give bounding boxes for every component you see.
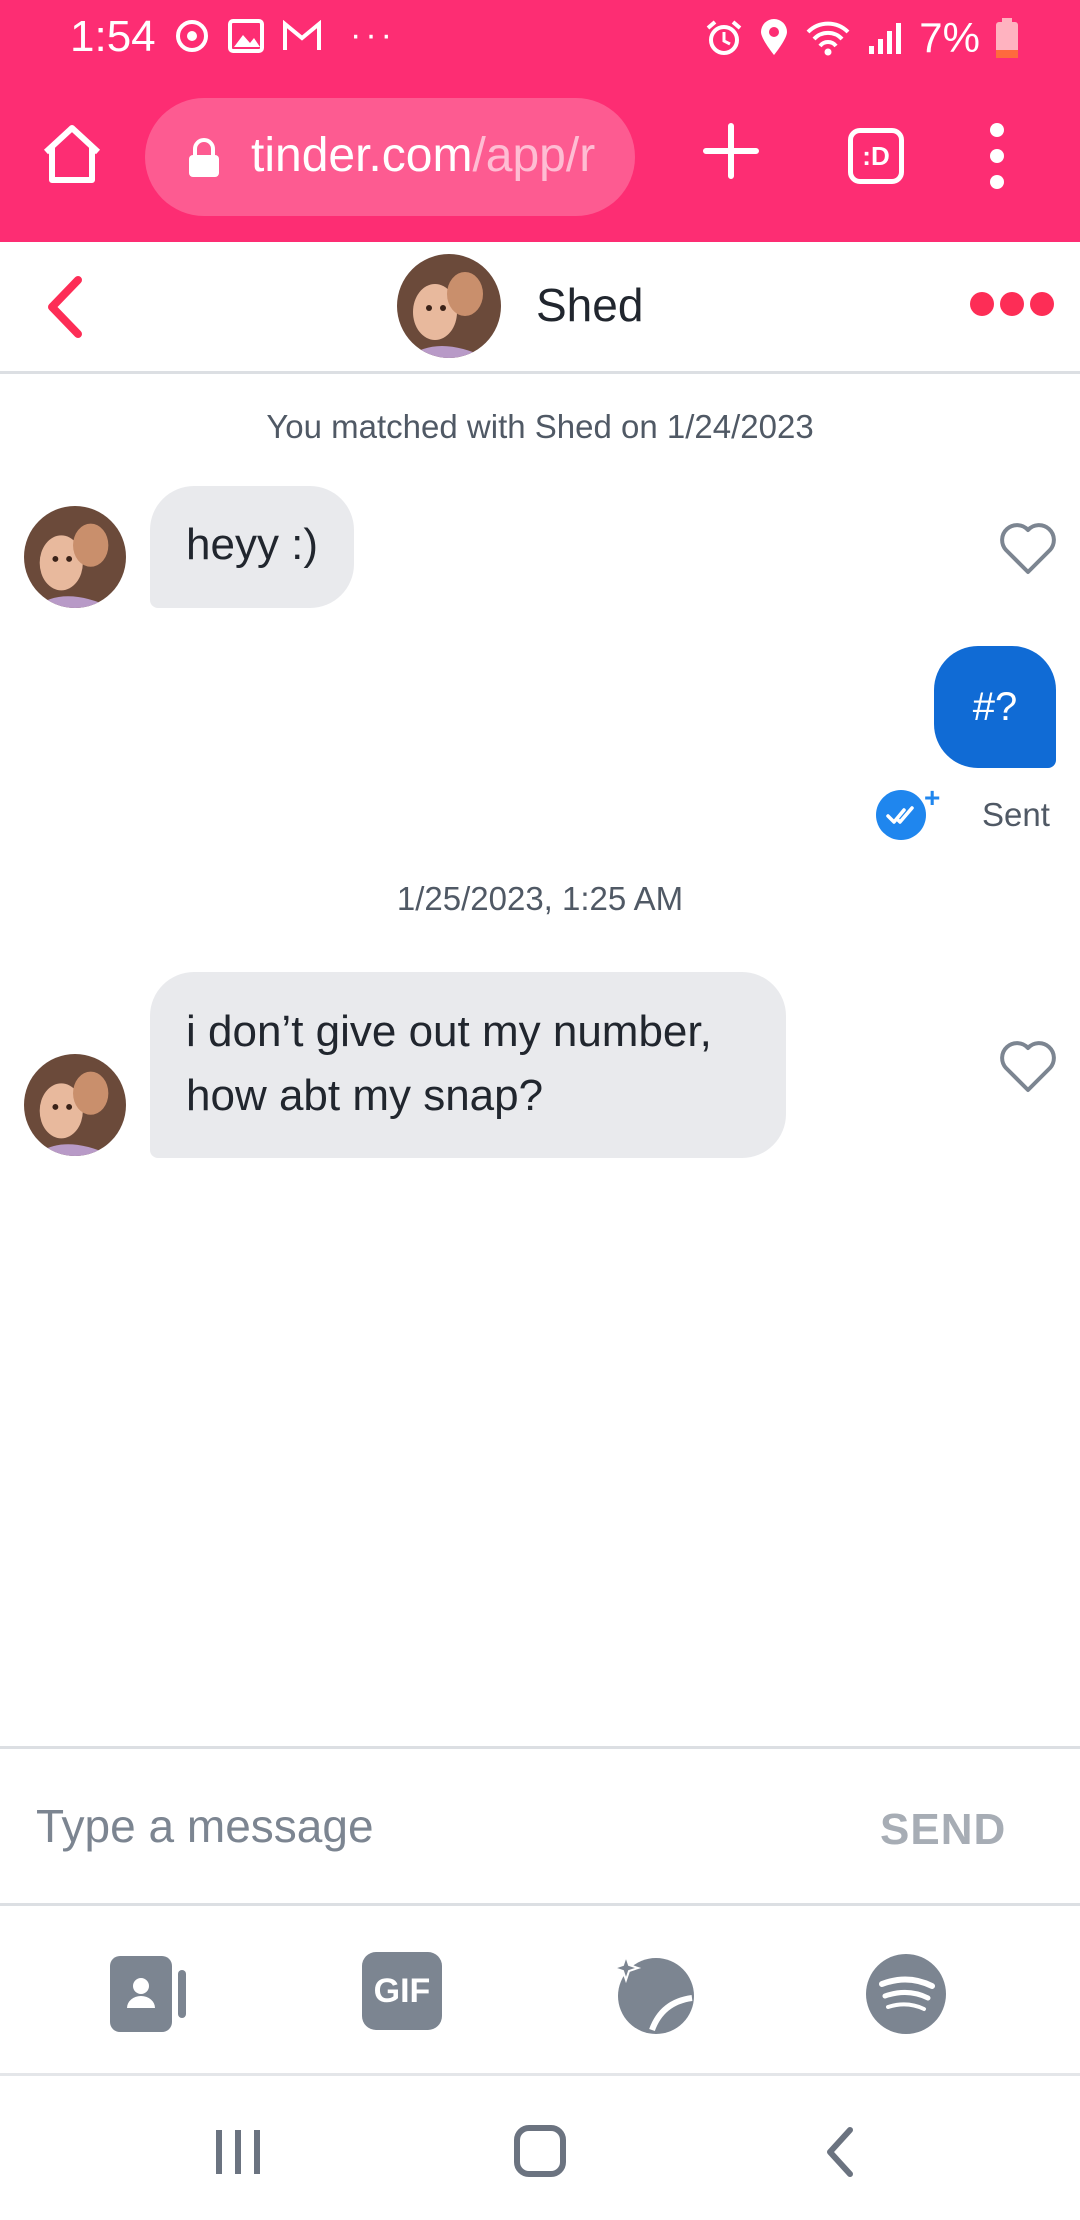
avatar[interactable] xyxy=(397,254,501,358)
message-bubble-incoming[interactable]: heyy :) xyxy=(150,486,355,608)
match-name[interactable]: Shed xyxy=(536,278,643,332)
system-navigation-bar xyxy=(0,2076,1080,2220)
message-input[interactable] xyxy=(36,1789,816,1863)
chat-header: Shed xyxy=(0,242,1080,374)
message-text: i don’t give out my number, how abt my s… xyxy=(186,1007,712,1120)
message-text: #? xyxy=(972,685,1018,729)
gif-label: GIF xyxy=(362,1952,442,2030)
message-bubble-incoming[interactable]: i don’t give out my number, how abt my s… xyxy=(150,972,786,1158)
spotify-icon[interactable] xyxy=(864,1952,948,2036)
plus-badge-icon: + xyxy=(924,782,941,813)
gif-icon[interactable]: GIF xyxy=(362,1952,446,2036)
contact-card-icon[interactable] xyxy=(108,1952,192,2036)
status-time: 1:54 xyxy=(70,12,156,61)
home-nav-icon[interactable] xyxy=(510,2124,570,2180)
system-icons: 7% xyxy=(705,14,1018,62)
recent-apps-icon[interactable] xyxy=(208,2124,268,2180)
heart-icon[interactable] xyxy=(998,520,1058,576)
url-text: tinder.com/app/r xyxy=(251,128,621,183)
more-notifications-icon: ··· xyxy=(350,16,396,54)
message-timestamp: 1/25/2023, 1:25 AM xyxy=(396,880,684,917)
browser-chrome: 1:54 ··· 7% tinder.com/app/r :D xyxy=(0,0,1080,242)
plus-icon[interactable] xyxy=(700,120,762,182)
back-icon[interactable] xyxy=(38,272,98,342)
signal-icon xyxy=(869,23,902,54)
lock-icon xyxy=(189,138,219,177)
message-bubble-outgoing[interactable]: #? xyxy=(934,646,1056,768)
tabs-button[interactable]: :D xyxy=(848,128,904,184)
read-receipt: + Sent xyxy=(876,782,1050,840)
heart-icon[interactable] xyxy=(998,1038,1058,1094)
status-bar: 1:54 ··· 7% xyxy=(0,0,1080,78)
sent-status: Sent xyxy=(982,796,1050,833)
more-icon[interactable] xyxy=(970,292,1054,316)
url-host: tinder.com xyxy=(251,129,473,182)
composer-toolbar: GIF xyxy=(0,1906,1080,2076)
location-icon xyxy=(761,19,788,55)
home-icon[interactable] xyxy=(40,122,104,186)
double-check-icon: + xyxy=(876,782,940,840)
send-button[interactable]: SEND xyxy=(880,1805,1006,1855)
battery-level: 7% xyxy=(919,14,980,61)
gallery-icon xyxy=(228,18,264,53)
gmail-icon xyxy=(283,19,321,50)
message-composer: SEND xyxy=(0,1746,1080,1906)
address-field[interactable]: tinder.com/app/r xyxy=(145,98,635,216)
menu-icon[interactable] xyxy=(982,120,1012,192)
url-path: /app/r xyxy=(472,129,596,182)
battery-icon xyxy=(996,18,1018,58)
avatar[interactable] xyxy=(24,506,126,608)
back-nav-icon[interactable] xyxy=(812,2124,872,2180)
url-bar: tinder.com/app/r :D xyxy=(0,90,1080,220)
match-note: You matched with Shed on 1/24/2023 xyxy=(266,408,814,445)
alarm-icon xyxy=(706,20,742,55)
wifi-icon xyxy=(806,21,850,56)
sync-icon xyxy=(176,19,208,52)
sticker-icon[interactable] xyxy=(612,1952,696,2036)
avatar[interactable] xyxy=(24,1054,126,1156)
message-text: heyy :) xyxy=(186,520,319,569)
notification-icons: ··· xyxy=(174,16,396,55)
